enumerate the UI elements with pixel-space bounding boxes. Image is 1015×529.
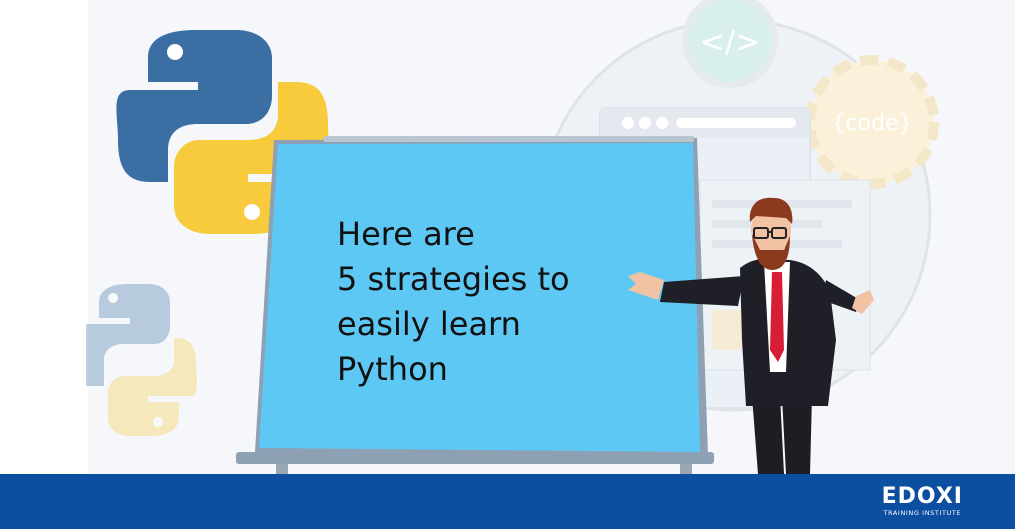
brand-logo: EDOXI TRAINING INSTITUTE	[882, 485, 963, 518]
svg-text:{code}: {code}	[831, 111, 912, 136]
headline-line-3: easily learn	[337, 305, 521, 343]
headline-line-2: 5 strategies to	[337, 260, 570, 298]
brand-tagline: TRAINING INSTITUTE	[883, 509, 962, 517]
board-headline: Here are 5 strategies to easily learn Py…	[337, 212, 657, 392]
svg-text:</>: </>	[700, 25, 760, 60]
footer-bar: EDOXI TRAINING INSTITUTE	[0, 474, 1015, 529]
headline-line-1: Here are	[337, 215, 475, 253]
brand-name: EDOXI	[881, 484, 963, 509]
python-logo-faded-icon	[86, 284, 197, 436]
code-tag-icon: </>	[682, 0, 778, 88]
code-gear-icon: {code}	[805, 55, 939, 189]
banner: </> {code} Here are 5 strategies to easi…	[0, 0, 1015, 529]
headline-line-4: Python	[337, 350, 448, 388]
